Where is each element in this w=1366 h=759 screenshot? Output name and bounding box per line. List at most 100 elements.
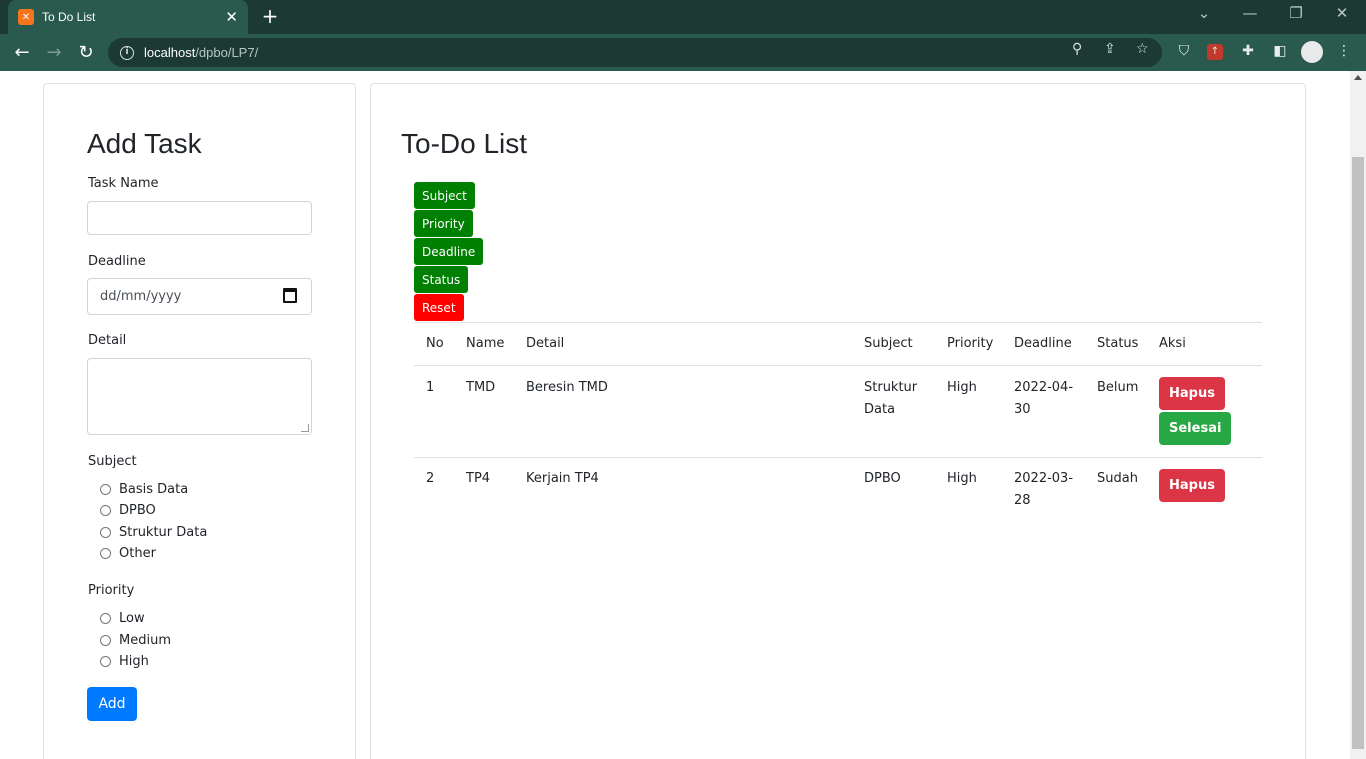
scroll-up-arrow-icon[interactable] (1354, 75, 1362, 80)
radio-circle[interactable] (100, 484, 111, 495)
add-task-title: Add Task (87, 128, 202, 159)
sort-priority-button[interactable]: Priority (414, 210, 473, 237)
deadline-placeholder: dd/mm/yyyy (100, 289, 182, 304)
tab-search-icon[interactable]: ⌄ (1181, 4, 1227, 22)
priority-radio-high[interactable]: High (100, 654, 149, 669)
scrollbar-thumb[interactable] (1352, 157, 1364, 749)
tab-title: To Do List (42, 10, 96, 24)
row2-deadline-line2: 28 (1014, 493, 1031, 508)
row2-no: 2 (426, 471, 435, 486)
table-top-border (414, 322, 1262, 323)
radio-label: Low (119, 611, 145, 626)
restore-icon[interactable]: ❐ (1273, 4, 1319, 22)
row-divider (414, 457, 1262, 458)
minimize-icon[interactable]: — (1227, 4, 1273, 22)
row1-status: Belum (1097, 380, 1139, 395)
radio-circle[interactable] (100, 527, 111, 538)
row1-detail: Beresin TMD (526, 380, 608, 395)
col-header-subject: Subject (864, 336, 913, 351)
radio-circle[interactable] (100, 635, 111, 646)
calendar-icon[interactable] (283, 288, 297, 303)
subject-radio-other[interactable]: Other (100, 546, 156, 561)
url-field[interactable]: i localhost/dpbo/LP7/ (108, 38, 1162, 67)
row1-subject: Struktur (864, 380, 918, 395)
address-bar: ← → ↻ i localhost/dpbo/LP7/ ⚲ ⇪ ☆ (0, 34, 1366, 71)
row1-deadline: 2022-04- (1014, 380, 1074, 395)
row1-priority: High (947, 380, 977, 395)
col-header-no: No (426, 336, 444, 351)
add-button[interactable]: Add (87, 687, 137, 721)
radio-circle[interactable] (100, 548, 111, 559)
deadline-date-input[interactable]: dd/mm/yyyy (87, 278, 312, 315)
radio-label: High (119, 654, 149, 669)
priority-radio-medium[interactable]: Medium (100, 633, 171, 648)
shield-extension-icon[interactable]: ⛉ (1175, 42, 1193, 60)
zoom-icon[interactable]: ⚲ (1072, 41, 1082, 57)
site-info-icon[interactable]: i (120, 45, 134, 60)
reset-button[interactable]: Reset (414, 294, 464, 321)
priority-label: Priority (88, 583, 135, 598)
col-header-name: Name (466, 336, 505, 351)
priority-radio-low[interactable]: Low (100, 611, 145, 626)
radio-circle[interactable] (100, 613, 111, 624)
subject-radio-struktur-data[interactable]: Struktur Data (100, 525, 207, 540)
browser-tab[interactable]: ✕ To Do List ✕ (8, 0, 248, 34)
url-path: /dpbo/LP7/ (195, 45, 259, 60)
back-icon[interactable]: ← (9, 40, 35, 66)
side-panel-icon[interactable]: ◧ (1271, 42, 1289, 60)
menu-kebab-icon[interactable]: ⋮ (1335, 42, 1353, 60)
sort-deadline-button[interactable]: Deadline (414, 238, 484, 265)
radio-label: Basis Data (119, 482, 189, 497)
col-header-priority: Priority (947, 336, 994, 351)
row2-subject: DPBO (864, 471, 901, 486)
row1-subject-line2: Data (864, 402, 896, 417)
todo-list-title: To-Do List (401, 128, 528, 159)
subject-radio-dpbo[interactable]: DPBO (100, 503, 156, 518)
row1-selesai-button[interactable]: Selesai (1159, 412, 1232, 445)
radio-label: Medium (119, 633, 171, 648)
col-header-status: Status (1097, 336, 1139, 351)
reload-icon[interactable]: ↻ (73, 40, 99, 66)
bookmark-star-icon[interactable]: ☆ (1136, 41, 1149, 57)
radio-label: DPBO (119, 503, 156, 518)
deadline-label: Deadline (88, 254, 146, 269)
url-host: localhost (144, 45, 196, 60)
sort-status-button[interactable]: Status (414, 266, 469, 293)
radio-circle[interactable] (100, 656, 111, 667)
row2-status: Sudah (1097, 471, 1138, 486)
detail-label: Detail (88, 333, 127, 348)
row1-name: TMD (466, 380, 496, 395)
share-icon[interactable]: ⇪ (1104, 41, 1116, 57)
row1-hapus-button[interactable]: Hapus (1159, 377, 1225, 410)
row2-priority: High (947, 471, 977, 486)
radio-circle[interactable] (100, 505, 111, 516)
col-header-aksi: Aksi (1159, 336, 1186, 351)
row1-deadline-line2: 30 (1014, 402, 1031, 417)
row2-deadline: 2022-03- (1014, 471, 1074, 486)
col-header-detail: Detail (526, 336, 565, 351)
sort-subject-button[interactable]: Subject (414, 182, 475, 209)
new-tab-icon[interactable]: + (259, 5, 281, 27)
resize-grip-icon[interactable] (301, 424, 309, 432)
row1-no: 1 (426, 380, 435, 395)
detail-textarea[interactable] (87, 358, 312, 435)
row2-name: TP4 (466, 471, 491, 486)
radio-label: Other (119, 546, 156, 561)
extension-icon[interactable]: ↑ (1207, 44, 1223, 60)
header-bottom-border (414, 365, 1262, 366)
col-header-deadline: Deadline (1014, 336, 1072, 351)
task-name-input[interactable] (87, 201, 312, 235)
browser-tab-bar: ✕ To Do List ✕ + ⌄ — ❐ ✕ (0, 0, 1366, 34)
close-tab-icon[interactable]: ✕ (225, 8, 238, 26)
puzzle-extensions-icon[interactable]: ✚ (1239, 42, 1257, 60)
row2-hapus-button[interactable]: Hapus (1159, 469, 1225, 502)
profile-avatar[interactable] (1301, 41, 1323, 63)
subject-label: Subject (88, 454, 137, 469)
page-scrollbar[interactable] (1350, 71, 1366, 759)
xampp-favicon-icon: ✕ (18, 9, 34, 25)
task-name-label: Task Name (88, 176, 159, 191)
subject-radio-basis-data[interactable]: Basis Data (100, 482, 188, 497)
close-window-icon[interactable]: ✕ (1319, 4, 1365, 22)
forward-icon[interactable]: → (41, 40, 67, 66)
row2-detail: Kerjain TP4 (526, 471, 599, 486)
